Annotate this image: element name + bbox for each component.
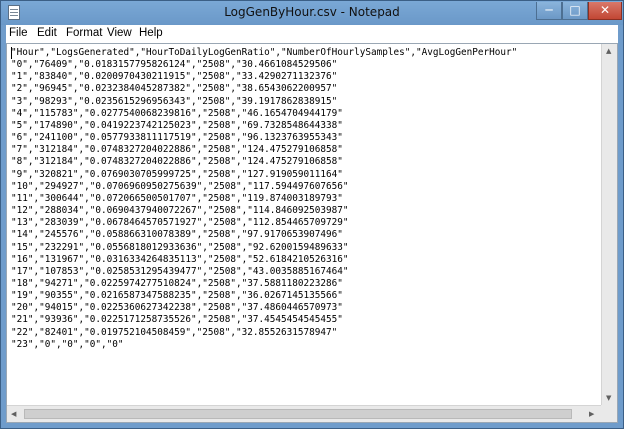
scrollbar-corner	[601, 405, 617, 422]
window-title: LogGenByHour.csv - Notepad	[224, 5, 400, 19]
menu-help[interactable]: Help	[139, 27, 163, 39]
scroll-up-arrow-icon[interactable]: ▲	[606, 47, 611, 55]
text-line: "7","312184","0.0748327204022886","2508"…	[11, 144, 343, 156]
text-line: "10","294927","0.0706960950275639","2508…	[11, 180, 349, 192]
horizontal-scroll-thumb[interactable]	[24, 409, 572, 419]
text-line: "6","241100","0.0577933811117519","2508"…	[11, 132, 343, 144]
menu-bar: File Edit Format View Help	[6, 25, 618, 43]
menu-view[interactable]: View	[107, 27, 132, 39]
horizontal-scrollbar[interactable]: ◀ ▶	[7, 405, 601, 422]
text-line: "3","98293","0.0235615296956343","2508",…	[11, 95, 338, 107]
text-editor-area[interactable]: "Hour","LogsGenerated","HourToDailyLogGe…	[6, 43, 618, 423]
scroll-right-arrow-icon[interactable]: ▶	[589, 410, 594, 418]
text-line: "22","82401","0.019752104508459","2508",…	[11, 326, 338, 338]
notepad-window: LogGenByHour.csv - Notepad ─ □ ✕ File Ed…	[0, 0, 624, 429]
text-line: "23","0","0","0","0"	[11, 338, 124, 350]
scroll-left-arrow-icon[interactable]: ◀	[11, 410, 16, 418]
menu-format[interactable]: Format	[66, 27, 102, 39]
maximize-button[interactable]: □	[562, 2, 588, 20]
text-line: "8","312184","0.0748327204022886","2508"…	[11, 156, 343, 168]
menu-file[interactable]: File	[9, 27, 28, 39]
minimize-button[interactable]: ─	[536, 2, 562, 20]
close-button[interactable]: ✕	[588, 2, 622, 20]
text-line: "2","96945","0.0232384045287382","2508",…	[11, 83, 338, 95]
text-line: "12","288034","0.0690437940072267","2508…	[11, 205, 349, 217]
text-caret	[11, 47, 12, 59]
text-line: "9","320821","0.0769030705999725","2508"…	[11, 168, 343, 180]
text-line: "13","283039","0.0678464570571927","2508…	[11, 217, 349, 229]
text-line: "17","107853","0.0258531295439477","2508…	[11, 265, 349, 277]
vertical-scrollbar[interactable]: ▲ ▼	[601, 44, 617, 405]
text-line: "16","131967","0.0316334264835113","2508…	[11, 253, 349, 265]
title-bar[interactable]: LogGenByHour.csv - Notepad ─ □ ✕	[1, 1, 623, 25]
text-line: "15","232291","0.0556818012933636","2508…	[11, 241, 349, 253]
text-line: "11","300644","0.072066500501707","2508"…	[11, 192, 343, 204]
text-line: "19","90355","0.0216587347588235","2508"…	[11, 290, 343, 302]
text-line: "1","83840","0.0200970430211915","2508",…	[11, 71, 338, 83]
text-line: "4","115783","0.0277540068239816","2508"…	[11, 107, 343, 119]
text-line: "21","93936","0.0225171258735526","2508"…	[11, 314, 343, 326]
text-line: "14","245576","0.058866310078389","2508"…	[11, 229, 343, 241]
text-line: "18","94271","0.0225974277510824","2508"…	[11, 277, 343, 289]
text-line: "Hour","LogsGenerated","HourToDailyLogGe…	[11, 47, 518, 58]
text-line: "5","174890","0.0419223742125023","2508"…	[11, 119, 343, 131]
scroll-down-arrow-icon[interactable]: ▼	[606, 394, 611, 402]
document-text[interactable]: "Hour","LogsGenerated","HourToDailyLogGe…	[11, 47, 591, 351]
text-line: "0","76409","0.0183157795826124","2508",…	[11, 59, 338, 71]
menu-edit[interactable]: Edit	[37, 27, 57, 39]
text-line: "20","94015","0.0225360627342238","2508"…	[11, 302, 343, 314]
